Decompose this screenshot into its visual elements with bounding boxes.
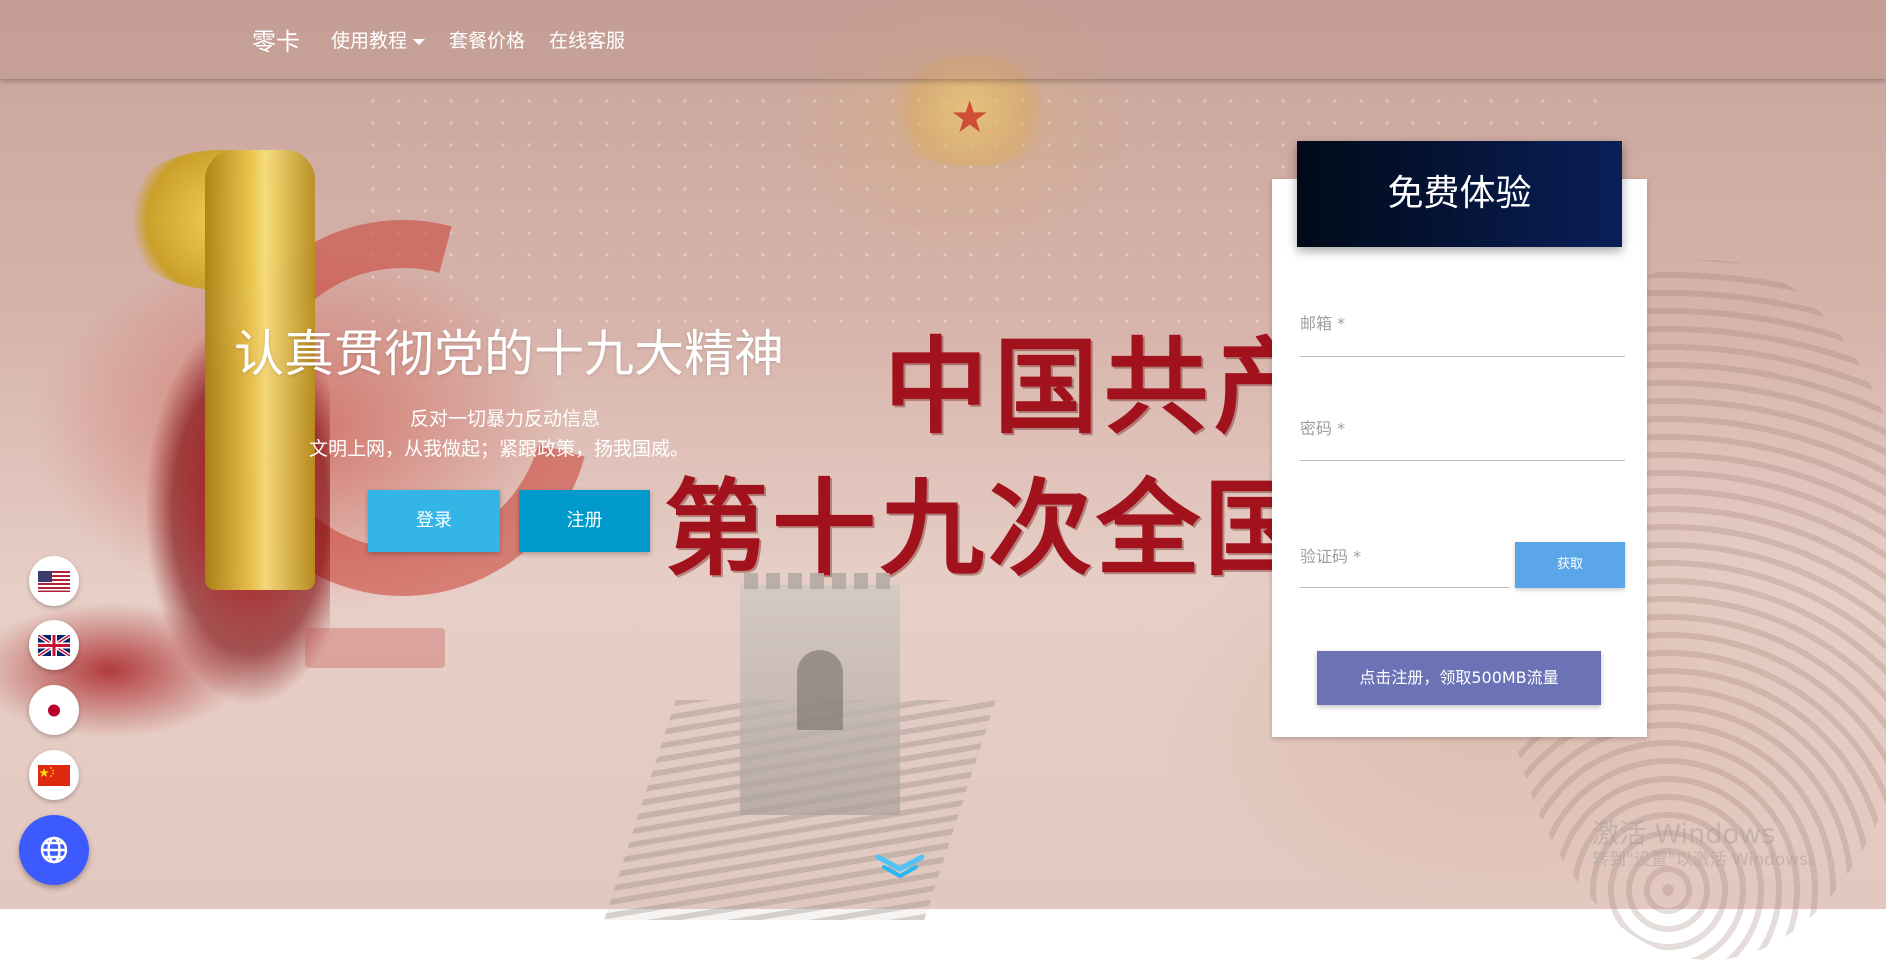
- language-menu-button[interactable]: [19, 815, 89, 885]
- scroll-down-chevron-icon[interactable]: [874, 852, 926, 882]
- email-field[interactable]: [1300, 356, 1625, 357]
- captcha-field[interactable]: [1300, 587, 1510, 588]
- japan-flag-icon: [38, 700, 70, 721]
- china-flag-icon: [38, 765, 70, 786]
- caret-down-icon: [413, 38, 426, 45]
- email-field-label: 邮箱 *: [1300, 314, 1346, 333]
- lang-japanese-button[interactable]: [29, 685, 79, 735]
- submit-register-button[interactable]: 点击注册，领取500MB流量: [1317, 651, 1601, 705]
- signup-card-header: 免费体验: [1297, 141, 1622, 247]
- lang-english-us-button[interactable]: [29, 556, 79, 606]
- lang-chinese-button[interactable]: [29, 750, 79, 800]
- emblem-star-icon: ★: [950, 92, 990, 143]
- great-wall-battlement: [744, 573, 896, 589]
- background-title-line1: 中国共产党: [884, 326, 1272, 448]
- captcha-field-label: 验证码 *: [1300, 547, 1362, 566]
- us-flag-icon: [38, 571, 70, 592]
- nav-tutorial-dropdown[interactable]: 使用教程: [331, 26, 426, 53]
- password-field-label: 密码 *: [1300, 419, 1346, 438]
- top-navbar: 零卡 使用教程 套餐价格 在线客服: [0, 0, 1886, 79]
- windows-activation-subtitle: 转到"设置"以激活 Windows。: [1592, 850, 1825, 870]
- nav-tutorial-label: 使用教程: [331, 30, 408, 52]
- globe-icon: [40, 836, 68, 864]
- login-button[interactable]: 登录: [368, 490, 500, 552]
- red-boat-image: [305, 628, 445, 668]
- nav-pricing-link[interactable]: 套餐价格: [449, 26, 525, 53]
- get-code-button[interactable]: 获取: [1515, 542, 1625, 588]
- lang-english-uk-button[interactable]: [29, 620, 79, 670]
- password-field[interactable]: [1300, 460, 1625, 461]
- great-wall-gate: [797, 650, 843, 730]
- brand-logo[interactable]: 零卡: [252, 22, 300, 57]
- uk-flag-icon: [38, 635, 70, 656]
- hero-title: 认真贯彻党的十九大精神: [234, 325, 784, 383]
- nav-support-link[interactable]: 在线客服: [549, 26, 625, 53]
- register-button[interactable]: 注册: [519, 490, 650, 552]
- hero-subtitle-2: 文明上网，从我做起；紧跟政策，扬我国威。: [309, 438, 690, 460]
- hero-subtitle-1: 反对一切暴力反动信息: [410, 408, 601, 430]
